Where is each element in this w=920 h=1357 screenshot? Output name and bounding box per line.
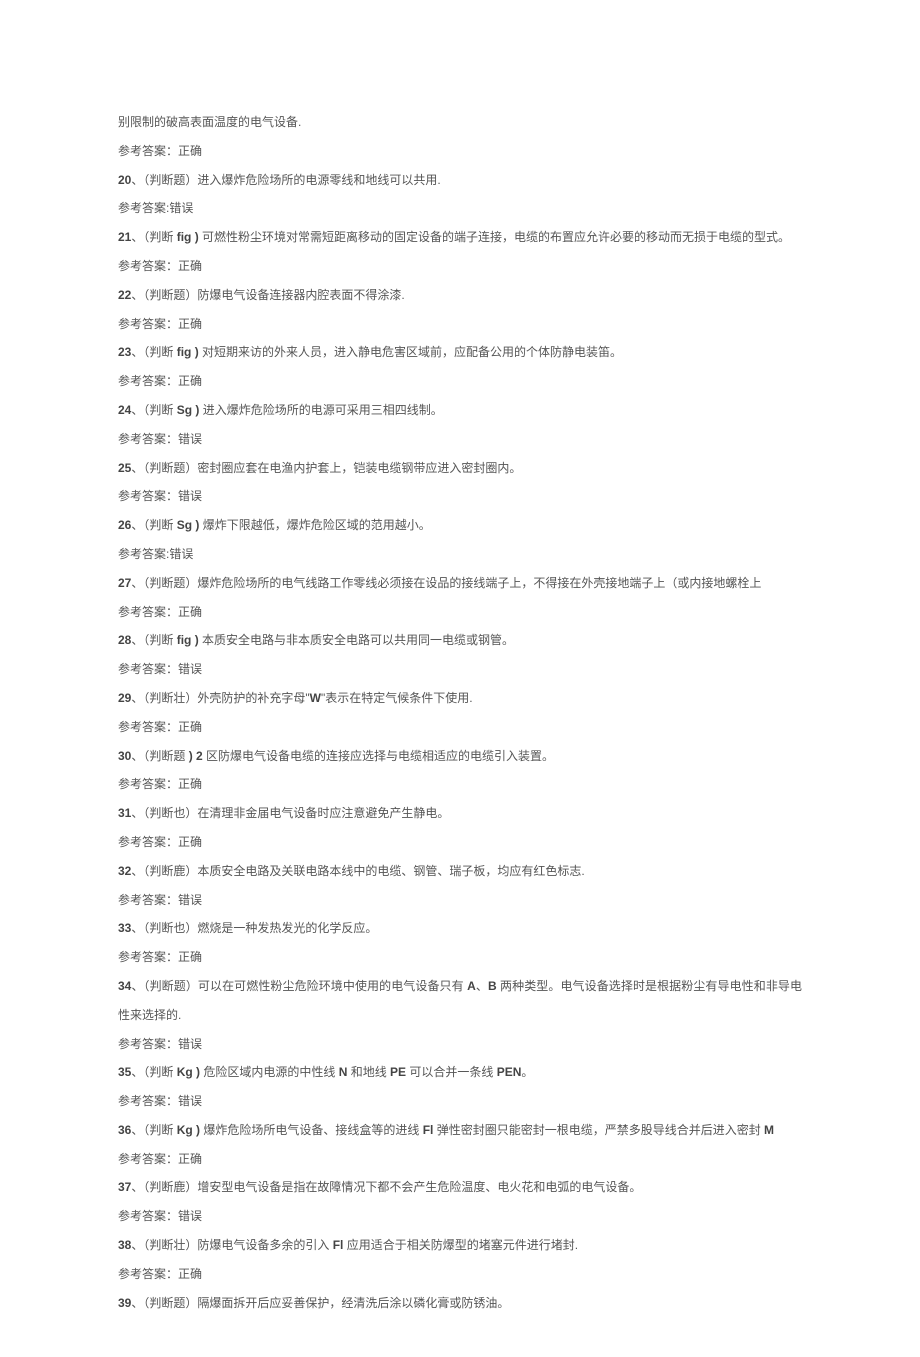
text-line: 参考答案：错误 (118, 886, 802, 915)
text-line: 参考答案：正确 (118, 598, 802, 627)
text-line: 参考答案:错误 (118, 540, 802, 569)
text-line: 33、（判断也）燃烧是一种发热发光的化学反应。 (118, 914, 802, 943)
text-line: 30、（判断题 ) 2 区防爆电气设备电缆的连接应选择与电缆相适应的电缆引入装置… (118, 742, 802, 771)
text-line: 22、（判断题）防爆电气设备连接器内腔表面不得涂漆. (118, 281, 802, 310)
text-line: 参考答案：正确 (118, 713, 802, 742)
text-line: 参考答案：错误 (118, 425, 802, 454)
text-line: 39、（判断题）隔爆面拆开后应妥善保护，经清洗后涂以磷化膏或防锈油。 (118, 1289, 802, 1318)
text-line: 38、（判断壮）防爆电气设备多余的引入 Fl 应用适合于相关防爆型的堵塞元件进行… (118, 1231, 802, 1260)
text-line: 36、（判断 Kg ) 爆炸危险场所电气设备、接线盒等的进线 Fl 弹性密封圈只… (118, 1116, 802, 1145)
text-line: 参考答案：正确 (118, 828, 802, 857)
text-line: 参考答案：错误 (118, 655, 802, 684)
document-body: 别限制的破高表面温度的电气设备.参考答案：正确20、（判断题）进入爆炸危险场所的… (118, 108, 802, 1317)
text-line: 参考答案：错误 (118, 1087, 802, 1116)
text-line: 参考答案：正确 (118, 770, 802, 799)
text-line: 20、（判断题）进入爆炸危险场所的电源零线和地线可以共用. (118, 166, 802, 195)
text-line: 35、（判断 Kg ) 危险区域内电源的中性线 N 和地线 PE 可以合并一条线… (118, 1058, 802, 1087)
text-line: 参考答案：正确 (118, 252, 802, 281)
text-line: 参考答案：正确 (118, 1145, 802, 1174)
text-line: 参考答案：正确 (118, 943, 802, 972)
text-line: 28、（判断 fig ) 本质安全电路与非本质安全电路可以共用同一电缆或钢管。 (118, 626, 802, 655)
text-line: 参考答案：错误 (118, 1030, 802, 1059)
text-line: 参考答案：错误 (118, 482, 802, 511)
text-line: 参考答案：正确 (118, 137, 802, 166)
text-line: 参考答案：错误 (118, 1202, 802, 1231)
text-line: 25、（判断题）密封圈应套在电渔内护套上，铠装电缆钢带应进入密封圈内。 (118, 454, 802, 483)
text-line: 别限制的破高表面温度的电气设备. (118, 108, 802, 137)
text-line: 21、（判断 fig ) 可燃性粉尘环境对常需短距离移动的固定设备的端子连接，电… (118, 223, 802, 252)
text-line: 24、（判断 Sg ) 进入爆炸危险场所的电源可采用三相四线制。 (118, 396, 802, 425)
text-line: 参考答案：正确 (118, 310, 802, 339)
text-line: 参考答案：正确 (118, 1260, 802, 1289)
text-line: 23、（判断 fig ) 对短期来访的外来人员，进入静电危害区域前，应配备公用的… (118, 338, 802, 367)
text-line: 27、（判断题）爆炸危险场所的电气线路工作零线必须接在设品的接线端子上，不得接在… (118, 569, 802, 598)
text-line: 31、（判断也）在清理非金届电气设备时应注意避免产生静电。 (118, 799, 802, 828)
text-line: 37、（判断鹿）增安型电气设备是指在故障情况下都不会产生危险温度、电火花和电弧的… (118, 1173, 802, 1202)
text-line: 参考答案:错误 (118, 194, 802, 223)
text-line: 26、（判断 Sg ) 爆炸下限越低，爆炸危险区域的范用越小。 (118, 511, 802, 540)
text-line: 34、（判断题）可以在可燃性粉尘危险环境中使用的电气设备只有 A、B 两种类型。… (118, 972, 802, 1030)
text-line: 参考答案：正确 (118, 367, 802, 396)
text-line: 29、（判断壮）外壳防护的补充字母"W"表示在特定气候条件下使用. (118, 684, 802, 713)
text-line: 32、（判断鹿）本质安全电路及关联电路本线中的电缆、钢管、瑞子板，均应有红色标志… (118, 857, 802, 886)
